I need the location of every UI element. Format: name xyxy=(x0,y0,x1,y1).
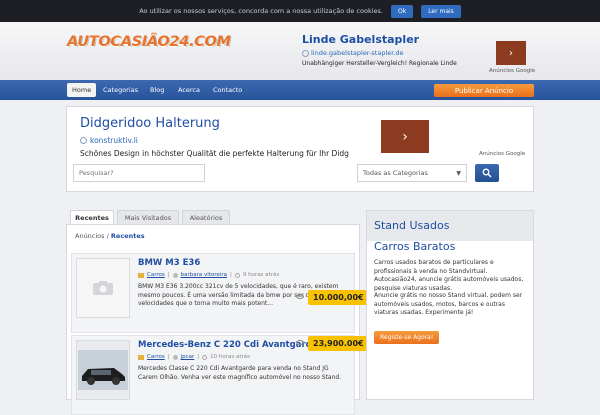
ads-google-label: Anúncios Google xyxy=(489,68,536,74)
listing-category[interactable]: Carros xyxy=(147,354,165,360)
listing-category[interactable]: Carros xyxy=(147,272,165,278)
sidebar-text-2: Anuncie grátis no nosso Stand virtual, p… xyxy=(374,292,523,317)
listing-thumbnail[interactable] xyxy=(76,258,130,318)
header-ad-arrow-button[interactable]: › xyxy=(496,41,526,65)
folder-icon xyxy=(138,354,144,360)
sidebar: Stand Usados Carros Baratos Carros usado… xyxy=(366,210,534,400)
chevron-down-icon: ▼ xyxy=(456,169,461,177)
nav-acerca[interactable]: Acerca xyxy=(173,83,205,97)
header-ad-url[interactable]: linde.gabelstapler-stapler.de xyxy=(311,49,404,57)
nav-home[interactable]: Home xyxy=(67,83,97,97)
info-icon xyxy=(302,49,309,57)
listing-price: 10.000,00€ xyxy=(308,290,369,305)
search-input[interactable] xyxy=(73,164,205,182)
bigad-url[interactable]: konstruktiv.li xyxy=(90,136,138,145)
price-tag-icon xyxy=(296,340,304,345)
cookie-message: Ao utilizar os nossos serviços, concorda… xyxy=(139,7,383,15)
search-button[interactable] xyxy=(475,164,499,182)
category-select[interactable]: Todas as Categorias ▼ xyxy=(357,164,467,182)
price-tag-icon xyxy=(296,294,304,299)
listing-title[interactable]: BMW M3 E36 xyxy=(138,258,200,268)
listing-title[interactable]: Mercedes-Benz C 220 Cdi Avantgarde xyxy=(138,340,317,350)
sidebar-text-1: Carros usados baratos de particulares e … xyxy=(374,259,524,293)
listing-price: 23,900.00€ xyxy=(308,336,369,351)
nav-contacto[interactable]: Contacto xyxy=(208,83,247,97)
search-icon xyxy=(482,168,492,178)
sidebar-head: Stand Usados xyxy=(367,211,533,241)
bigad-desc: Schönes Design in höchster Qualität die … xyxy=(80,149,349,158)
list-item[interactable]: Mercedes-Benz C 220 Cdi Avantgarde Carro… xyxy=(71,335,369,415)
nav-categorias[interactable]: Categorias xyxy=(98,83,143,97)
ads-google-label: Anúncios Google xyxy=(479,151,526,157)
listing-desc: Mercedes Classe C 220 Cdi Avantgarde par… xyxy=(138,365,342,381)
tab-recentes[interactable]: Recentes xyxy=(70,210,114,224)
list-item[interactable]: BMW M3 E36 Carros | barbara vitoreira | … xyxy=(71,253,369,333)
clock-icon xyxy=(234,272,240,278)
chevron-right-icon: › xyxy=(402,128,408,145)
sidebar-title: Carros Baratos xyxy=(374,240,456,253)
tab-mais-visitados[interactable]: Mais Visitados xyxy=(117,210,179,224)
listing-location[interactable]: jpcar xyxy=(181,354,195,360)
listing-time: 9 horas atrás xyxy=(242,272,280,278)
header-ad-desc: Unabhängiger Hersteller-Vergleich! Regio… xyxy=(302,60,457,67)
breadcrumb-root[interactable]: Anúncios xyxy=(75,232,105,240)
chevron-right-icon: › xyxy=(509,47,513,59)
listing-time: 10 horas atrás xyxy=(210,354,251,360)
search-panel: Didgeridoo Halterung konstruktiv.li Schö… xyxy=(66,106,534,192)
folder-icon xyxy=(138,272,144,278)
cookie-bar: Ao utilizar os nossos serviços, concorda… xyxy=(0,0,600,22)
breadcrumb: Anúncios / Recentes xyxy=(75,232,145,240)
cookie-ok-button[interactable]: Ok xyxy=(390,4,414,18)
bigad-title[interactable]: Didgeridoo Halterung xyxy=(80,116,220,131)
tab-aleatorios[interactable]: Aleatórios xyxy=(182,210,230,224)
listing-location[interactable]: barbara vitoreira xyxy=(181,272,227,278)
publish-ad-button[interactable]: Publicar Anúncio xyxy=(434,84,534,97)
header-ad-title[interactable]: Linde Gabelstapler xyxy=(302,33,457,46)
nav-blog[interactable]: Blog xyxy=(145,83,169,97)
register-button[interactable]: Registe-se Agora! xyxy=(374,331,440,344)
category-select-value: Todas as Categorias xyxy=(363,169,428,177)
cookie-more-button[interactable]: Ler mais xyxy=(421,4,461,18)
listing-meta: Carros | barbara vitoreira | 9 horas atr… xyxy=(138,272,279,278)
clock-icon xyxy=(202,354,208,360)
header-ad[interactable]: Linde Gabelstapler linde.gabelstapler-st… xyxy=(302,33,457,67)
camera-icon xyxy=(93,281,113,295)
user-icon xyxy=(172,272,178,278)
user-icon xyxy=(172,354,178,360)
info-icon xyxy=(80,137,87,144)
car-photo-icon xyxy=(78,350,128,390)
site-header: AUTOCASIÃO24.COM Linde Gabelstapler lind… xyxy=(0,22,600,80)
listing-thumbnail[interactable] xyxy=(76,340,130,400)
bigad-arrow-button[interactable]: › xyxy=(381,120,429,153)
site-logo[interactable]: AUTOCASIÃO24.COM xyxy=(67,34,231,50)
listing-meta: Carros | jpcar | 10 horas atrás xyxy=(138,354,250,360)
breadcrumb-current: Recentes xyxy=(110,232,145,240)
listing-panel: Anúncios / Recentes BMW M3 E36 Carros | … xyxy=(66,224,369,415)
